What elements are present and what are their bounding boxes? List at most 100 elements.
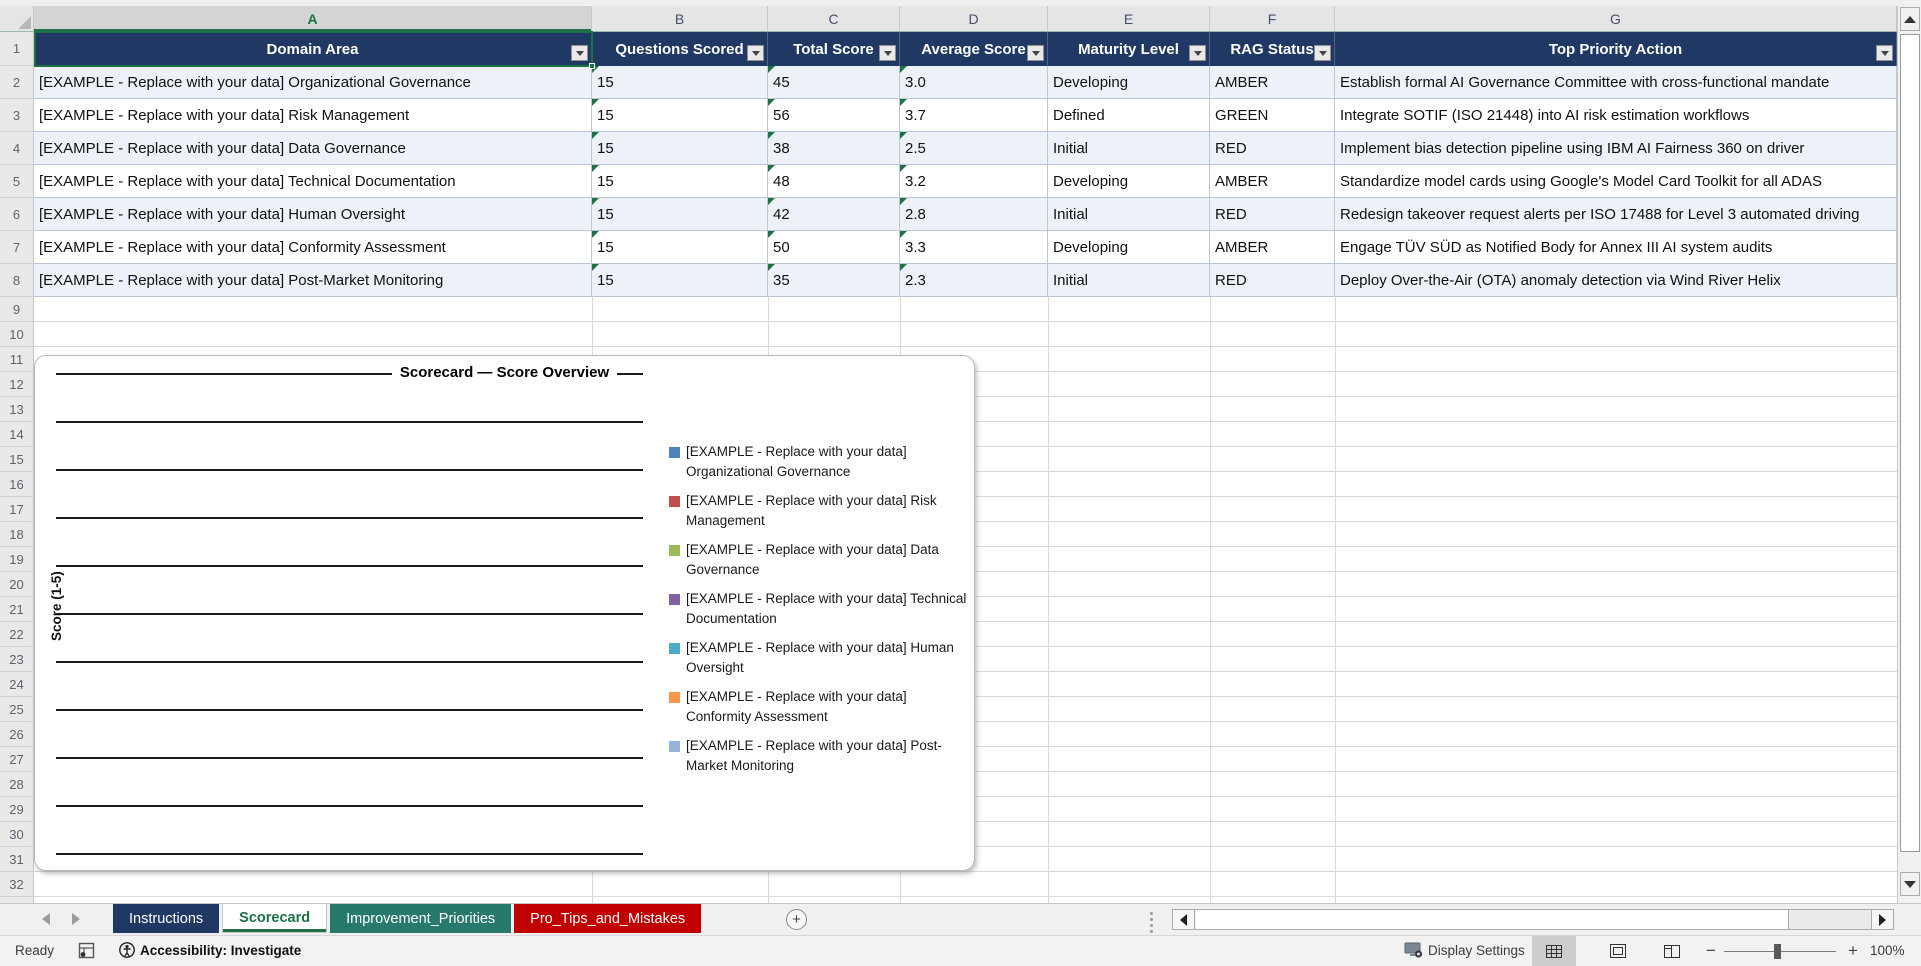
legend-item[interactable]: [EXAMPLE - Replace with your data] Techn… [669,589,973,629]
header-cell-maturity-level[interactable]: Maturity Level [1048,32,1210,66]
row-header[interactable]: 24 [0,672,33,697]
add-sheet-icon[interactable]: + [786,909,807,930]
cell-maturity-level[interactable]: Developing [1048,66,1210,99]
row-header[interactable]: 16 [0,472,33,497]
page-layout-view-icon[interactable] [1596,936,1640,966]
tab-scroll-right-icon[interactable] [72,913,80,925]
cell-domain-area[interactable]: [EXAMPLE - Replace with your data] Confo… [34,231,592,264]
horizontal-scrollbar[interactable] [1172,909,1894,930]
filter-dropdown-icon[interactable] [1314,45,1331,61]
cell-top-priority-action[interactable]: Redesign takeover request alerts per ISO… [1335,198,1897,231]
cell-average-score[interactable]: 2.3 [900,264,1048,297]
cell-questions-scored[interactable]: 15 [592,165,768,198]
cell-maturity-level[interactable]: Initial [1048,264,1210,297]
cell-average-score[interactable]: 2.8 [900,198,1048,231]
cell-maturity-level[interactable]: Developing [1048,165,1210,198]
zoom-in-icon[interactable]: + [1848,941,1858,961]
select-all-button[interactable] [0,6,34,31]
cell-rag-status[interactable]: RED [1210,132,1335,165]
cell-average-score[interactable]: 3.2 [900,165,1048,198]
column-header-a[interactable]: A [34,6,592,31]
cell-maturity-level[interactable]: Initial [1048,132,1210,165]
row-header[interactable]: 27 [0,747,33,772]
display-settings-button[interactable]: Display Settings [1428,943,1525,958]
horizontal-scrollbar-thumb[interactable] [1196,910,1789,929]
cell-questions-scored[interactable]: 15 [592,99,768,132]
column-header-e[interactable]: E [1048,6,1210,31]
row-header[interactable]: 31 [0,847,33,872]
row-header[interactable]: 32 [0,872,33,897]
header-cell-top-priority-action[interactable]: Top Priority Action [1335,32,1897,66]
sheet-tab[interactable]: Instructions [113,904,219,933]
cell-domain-area[interactable]: [EXAMPLE - Replace with your data] Post-… [34,264,592,297]
accessibility-icon[interactable] [118,941,137,960]
scroll-left-icon[interactable] [1173,910,1195,929]
cell-top-priority-action[interactable]: Deploy Over-the-Air (OTA) anomaly detect… [1335,264,1897,297]
cell-questions-scored[interactable]: 15 [592,132,768,165]
row-header[interactable]: 12 [0,372,33,397]
scorecard-chart[interactable]: Scorecard — Score Overview Score (1-5) [… [34,355,975,871]
row-header[interactable]: 14 [0,422,33,447]
cell-rag-status[interactable]: GREEN [1210,99,1335,132]
scroll-down-icon[interactable] [1900,872,1920,896]
column-header-g[interactable]: G [1335,6,1897,31]
row-header[interactable]: 8 [0,264,33,297]
macro-record-icon[interactable] [78,942,95,959]
cell-total-score[interactable]: 35 [768,264,900,297]
row-header[interactable]: 11 [0,347,33,372]
row-header[interactable]: 23 [0,647,33,672]
header-cell-rag-status[interactable]: RAG Status [1210,32,1335,66]
zoom-slider-thumb[interactable] [1774,944,1781,959]
scroll-right-icon[interactable] [1871,910,1893,929]
legend-item[interactable]: [EXAMPLE - Replace with your data] Human… [669,638,973,678]
row-header[interactable]: 7 [0,231,33,264]
column-header-c[interactable]: C [768,6,900,31]
filter-dropdown-icon[interactable] [1189,45,1206,61]
status-accessibility-label[interactable]: Accessibility: Investigate [140,943,301,958]
cell-top-priority-action[interactable]: Engage TÜV SÜD as Notified Body for Anne… [1335,231,1897,264]
cell-total-score[interactable]: 48 [768,165,900,198]
scrollbar-resize-handle[interactable] [1150,912,1153,933]
column-header-b[interactable]: B [592,6,768,31]
header-cell-questions-scored[interactable]: Questions Scored [592,32,768,66]
sheet-tab[interactable]: Improvement_Priorities [330,904,511,933]
zoom-level-label[interactable]: 100% [1870,943,1905,958]
row-header[interactable]: 4 [0,132,33,165]
header-cell-average-score[interactable]: Average Score [900,32,1048,66]
cell-domain-area[interactable]: [EXAMPLE - Replace with your data] Data … [34,132,592,165]
header-cell-domain-area[interactable]: Domain Area [34,32,592,66]
row-header[interactable]: 15 [0,447,33,472]
row-header[interactable]: 9 [0,297,33,322]
legend-item[interactable]: [EXAMPLE - Replace with your data] Organ… [669,442,973,482]
sheet-tab[interactable]: Scorecard [222,904,327,933]
filter-dropdown-icon[interactable] [571,45,588,61]
cell-top-priority-action[interactable]: Implement bias detection pipeline using … [1335,132,1897,165]
vertical-scrollbar-thumb[interactable] [1900,34,1920,852]
cell-total-score[interactable]: 45 [768,66,900,99]
cell-top-priority-action[interactable]: Integrate SOTIF (ISO 21448) into AI risk… [1335,99,1897,132]
zoom-out-icon[interactable]: − [1706,941,1716,961]
cell-total-score[interactable]: 42 [768,198,900,231]
page-break-view-icon[interactable] [1650,936,1694,966]
row-header[interactable]: 22 [0,622,33,647]
filter-dropdown-icon[interactable] [1876,45,1893,61]
row-header[interactable]: 18 [0,522,33,547]
cell-questions-scored[interactable]: 15 [592,66,768,99]
cell-total-score[interactable]: 38 [768,132,900,165]
row-header[interactable]: 6 [0,198,33,231]
row-header[interactable]: 17 [0,497,33,522]
row-header[interactable]: 26 [0,722,33,747]
legend-item[interactable]: [EXAMPLE - Replace with your data] Risk … [669,491,973,531]
cell-average-score[interactable]: 3.0 [900,66,1048,99]
cell-domain-area[interactable]: [EXAMPLE - Replace with your data] Risk … [34,99,592,132]
legend-item[interactable]: [EXAMPLE - Replace with your data] Confo… [669,687,973,727]
cell-questions-scored[interactable]: 15 [592,264,768,297]
cell-questions-scored[interactable]: 15 [592,231,768,264]
column-header-f[interactable]: F [1210,6,1335,31]
column-header-d[interactable]: D [900,6,1048,31]
row-header[interactable]: 1 [0,32,33,66]
row-header[interactable]: 21 [0,597,33,622]
sheet-tab[interactable]: Pro_Tips_and_Mistakes [514,904,701,933]
legend-item[interactable]: [EXAMPLE - Replace with your data] Post-… [669,736,973,776]
cell-domain-area[interactable]: [EXAMPLE - Replace with your data] Techn… [34,165,592,198]
